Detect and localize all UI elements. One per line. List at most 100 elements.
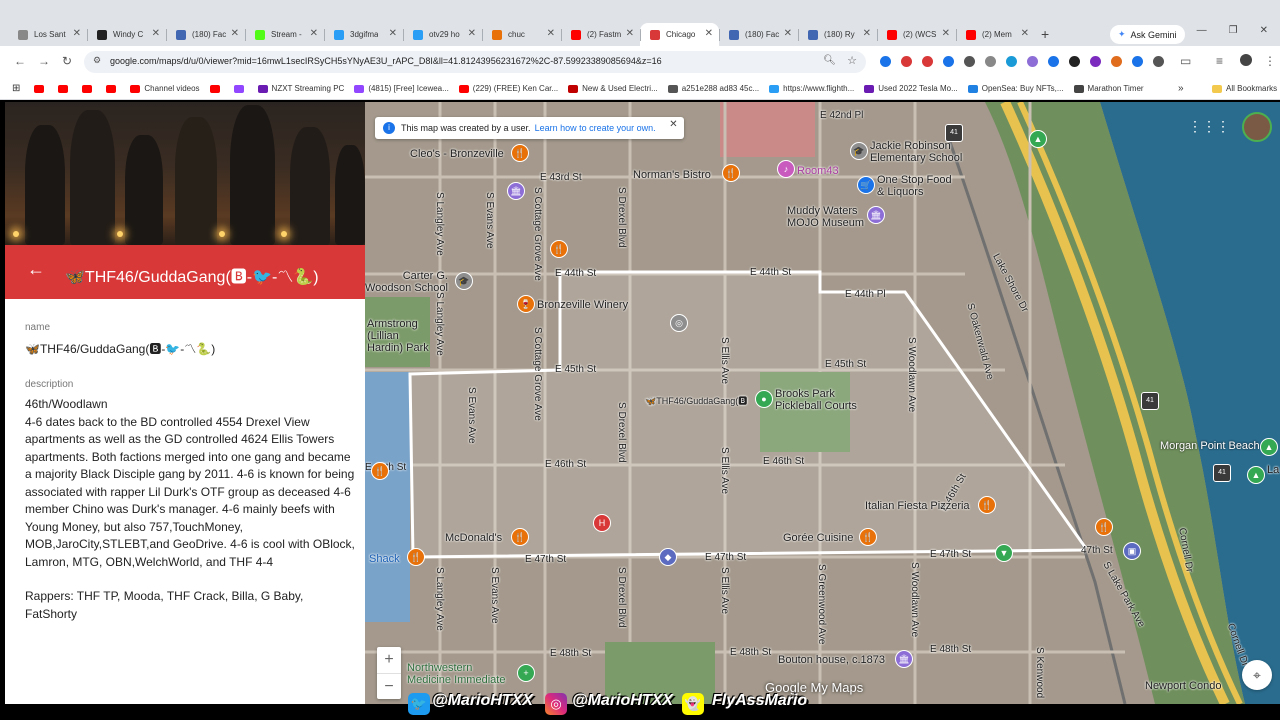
browser-tab[interactable]: Windy C ✕ [87,23,166,46]
ask-gemini-button[interactable]: ✦ Ask Gemini [1110,25,1185,44]
close-window-icon[interactable]: ✕ [1260,25,1268,36]
extension-icon[interactable] [1069,56,1080,67]
poi-label[interactable]: Bouton house, c.1873 [778,654,885,666]
address-bar[interactable]: ⚙ google.com/maps/d/u/0/viewer?mid=16mwL… [84,51,866,73]
school-pin-icon[interactable]: 🎓 [455,272,473,290]
extension-icon[interactable] [1048,56,1059,67]
apps-grid-icon[interactable]: ⊞ [12,83,20,94]
poi-label[interactable]: Room43 [797,165,839,177]
close-tab-icon[interactable]: ✕ [389,28,397,39]
zoom-lens-icon[interactable]: 🔍︎ [823,55,836,66]
browser-tab[interactable]: Stream - ✕ [245,23,324,46]
place-pin-icon[interactable]: ◎ [670,314,688,332]
poi-label[interactable]: Gorée Cuisine [783,532,853,544]
restaurant-pin-icon[interactable]: 🍴 [859,528,877,546]
nightlife-pin-icon[interactable]: ♪ [777,160,795,178]
bookmark-item[interactable] [106,84,120,93]
park-pin-icon[interactable]: ● [755,390,773,408]
bookmark-item[interactable]: Used 2022 Tesla Mo... [864,84,958,93]
restaurant-pin-icon[interactable]: 🍴 [1095,518,1113,536]
poi-label[interactable]: Norman's Bistro [633,169,711,181]
restaurant-pin-icon[interactable]: 🍴 [550,240,568,258]
downloads-icon[interactable]: ≡ [1216,54,1223,68]
museum-pin-icon[interactable]: 🏛 [507,182,525,200]
bookmark-item[interactable]: https://www.flighth... [769,84,854,93]
extension-icon[interactable] [985,56,996,67]
apps-grid-icon[interactable]: ⋮⋮⋮ [1188,118,1230,135]
browser-tab[interactable]: (180) Fac ✕ [166,23,245,46]
museum-pin-icon[interactable]: 🏛 [895,650,913,668]
forward-nav-icon[interactable]: → [38,54,50,68]
extension-icon[interactable] [1006,56,1017,67]
hospital-pin-icon[interactable]: H [593,514,611,532]
bookmark-item[interactable] [209,84,224,93]
close-tab-icon[interactable]: ✕ [942,28,950,39]
bookmark-item[interactable]: New & Used Electri... [568,84,658,93]
school-pin-icon[interactable]: 🎓 [850,142,868,160]
poi-label[interactable]: Carter G. Woodson School [365,270,448,294]
browser-tab[interactable]: (2) Fastm ✕ [561,23,640,46]
restaurant-pin-icon[interactable]: 🍴 [722,164,740,182]
browser-tab[interactable]: (2) (WCS ✕ [877,23,956,46]
new-tab-button[interactable]: + [1041,23,1049,46]
close-tab-icon[interactable]: ✕ [310,28,318,39]
bookmark-item[interactable]: a251e288 ad83 45c... [667,84,759,93]
bookmark-item[interactable]: Marathon Timer [1073,84,1144,93]
poi-label[interactable]: Morgan Point Beach [1160,440,1260,452]
shop-pin-icon[interactable]: 🛒 [857,176,875,194]
browser-tab[interactable]: 3dgifma ✕ [324,23,403,46]
park-pin-icon[interactable]: ▲ [1260,438,1278,456]
map-canvas[interactable]: i This map was created by a user. Learn … [365,102,1280,704]
browser-tab[interactable]: Los Sant ✕ [8,23,87,46]
poi-label[interactable]: Brooks Park Pickleball Courts [775,388,857,412]
poi-label[interactable]: La [1267,464,1279,476]
browser-tab[interactable]: (2) Mem ✕ [956,23,1035,46]
more-bookmarks-icon[interactable]: » [1178,83,1184,94]
close-tab-icon[interactable]: ✕ [152,28,160,39]
poi-label[interactable]: Cleo's - Bronzeville [410,148,504,160]
bookmark-star-icon[interactable]: ☆ [847,54,857,67]
extension-icon[interactable] [1027,56,1038,67]
bookmark-item[interactable] [34,84,48,93]
close-tab-icon[interactable]: ✕ [1021,28,1029,39]
restaurant-pin-icon[interactable]: 🍴 [407,548,425,566]
poi-label[interactable]: Armstrong (Lillian Hardin) Park [367,318,429,354]
extension-icon[interactable] [964,56,975,67]
bookmark-item[interactable]: (4815) [Free] Icewea... [354,84,449,93]
poi-label[interactable]: Bronzeville Winery [537,299,628,311]
close-tab-icon[interactable]: ✕ [863,28,871,39]
poi-label[interactable]: Northwestern Medicine Immediate [407,662,505,686]
place-pin-icon[interactable]: ◆ [659,548,677,566]
bookmark-item[interactable]: NZXT Streaming PC [257,84,344,93]
restaurant-pin-icon[interactable]: 🍴 [511,144,529,162]
all-bookmarks-link[interactable]: All Bookmarks [1212,84,1277,93]
minimize-icon[interactable]: — [1197,25,1207,36]
feature-photo[interactable] [5,102,365,245]
back-nav-icon[interactable]: ← [14,54,26,68]
poi-label[interactable]: Shack [369,553,400,565]
bookmark-item[interactable] [82,84,96,93]
hospital-pin-icon[interactable]: + [517,664,535,682]
bookmark-item[interactable] [233,84,248,93]
bookmark-item[interactable]: Channel videos [130,84,200,93]
park-pin-icon[interactable]: ▲ [1247,466,1265,484]
close-tab-icon[interactable]: ✕ [468,28,476,39]
bookmark-item[interactable]: OpenSea: Buy NFTs,... [967,84,1064,93]
poi-label[interactable]: McDonald's [445,532,502,544]
close-tab-icon[interactable]: ✕ [626,28,634,39]
extension-icon[interactable] [901,56,912,67]
restore-icon[interactable]: ❐ [1229,25,1238,36]
site-info-icon[interactable]: ⚙ [93,55,101,66]
profile-avatar[interactable] [1240,54,1252,66]
extension-icon[interactable] [943,56,954,67]
close-tab-icon[interactable]: ✕ [73,28,81,39]
extension-icon[interactable] [880,56,891,67]
extension-icon[interactable] [1090,56,1101,67]
extension-icon[interactable] [1132,56,1143,67]
close-notice-icon[interactable]: ✕ [669,119,677,130]
museum-pin-icon[interactable]: 🏛 [867,206,885,224]
close-tab-icon[interactable]: ✕ [231,28,239,39]
browser-tab[interactable]: (180) Fac ✕ [719,23,798,46]
zoom-out-button[interactable]: − [377,674,401,700]
restaurant-pin-icon[interactable]: 🍴 [371,462,389,480]
